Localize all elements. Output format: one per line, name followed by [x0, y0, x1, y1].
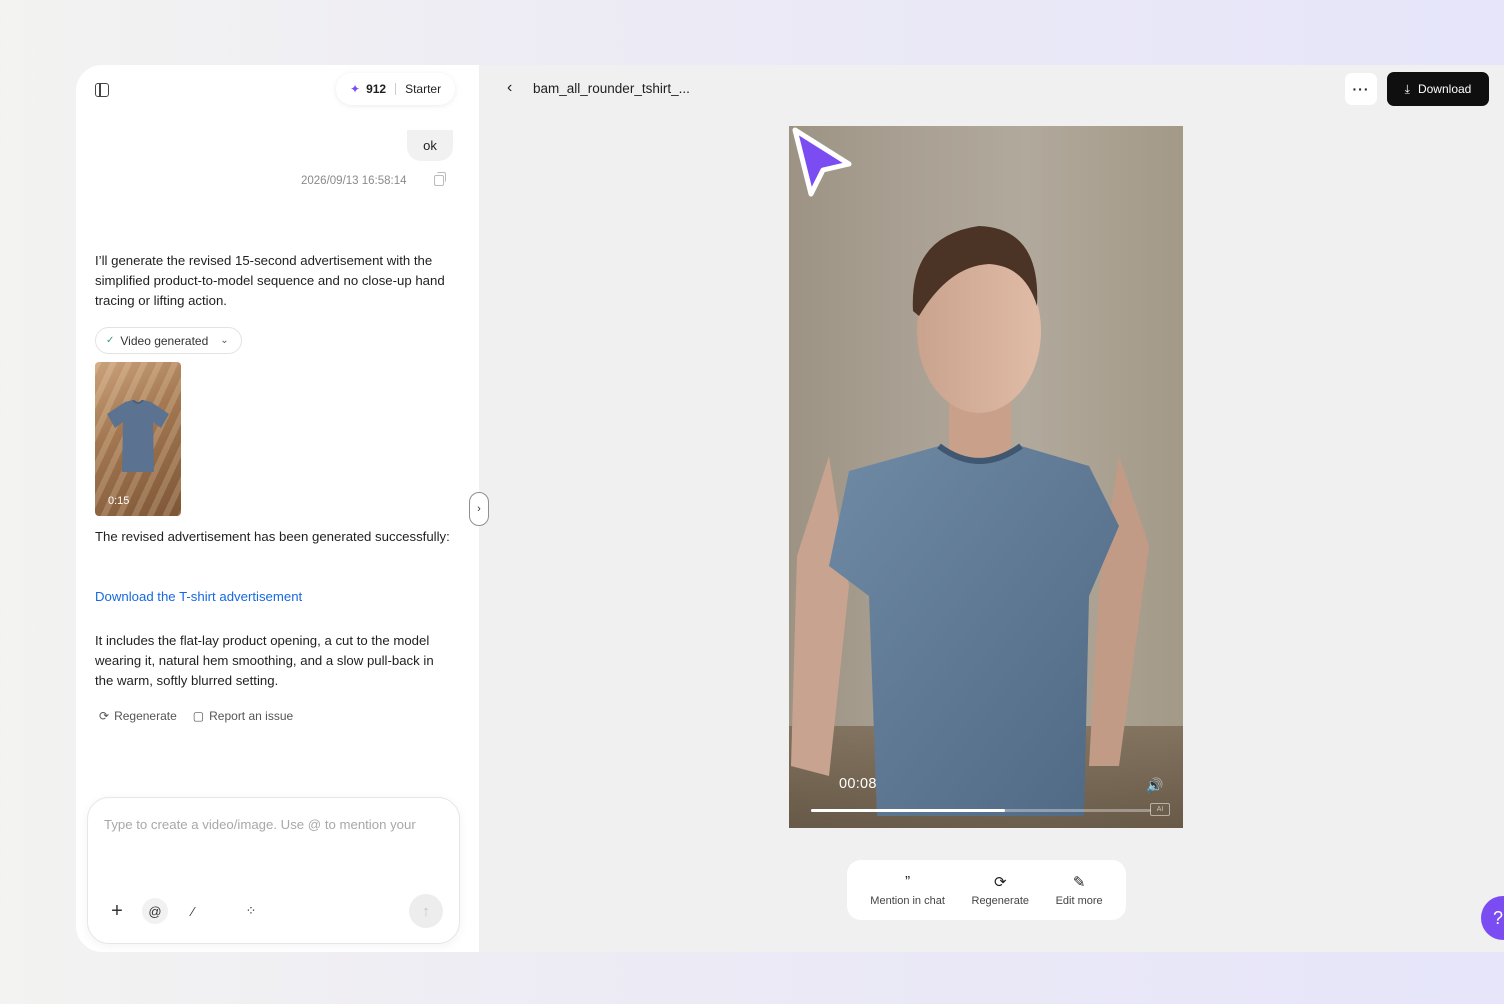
grid-icon[interactable]: ⁘ — [238, 898, 264, 924]
divider — [395, 83, 397, 95]
report-icon: ▢ — [192, 709, 205, 723]
at-icon[interactable]: @ — [142, 898, 168, 924]
plan-label: Starter — [405, 82, 442, 96]
panel-collapse-handle[interactable]: › — [469, 492, 489, 526]
download-advertisement-link[interactable]: Download the T-shirt advertisement — [95, 589, 302, 604]
refresh-icon: ⟳ — [99, 709, 110, 723]
composer-placeholder[interactable]: Type to create a video/image. Use @ to m… — [104, 817, 416, 832]
user-message-text: ok — [423, 138, 437, 153]
message-composer[interactable]: Type to create a video/image. Use @ to m… — [87, 797, 460, 944]
app-window: ✦ 912 Starter ok 2026/09/13 16:58:14 I’l… — [76, 65, 1504, 952]
edit-more-button[interactable]: ✎ Edit more — [1056, 873, 1103, 907]
progress-fill — [811, 809, 1005, 812]
regenerate-video-label: Regenerate — [971, 895, 1030, 907]
volume-icon[interactable]: 🔊 — [1146, 777, 1163, 794]
check-icon: ✓ — [106, 335, 115, 346]
video-thumbnail[interactable]: 0:15 — [95, 362, 181, 516]
sparkle-icon: ✦ — [350, 82, 361, 96]
edit-more-label: Edit more — [1055, 895, 1103, 907]
ai-badge-icon: AI — [1150, 803, 1170, 816]
copy-icon[interactable] — [434, 172, 446, 186]
regenerate-button[interactable]: ⟳ Regenerate — [99, 709, 177, 723]
user-message-bubble: ok — [407, 130, 453, 161]
tshirt-image — [107, 400, 169, 472]
sidebar-toggle-icon[interactable] — [95, 83, 109, 97]
regenerate-video-button[interactable]: ⟳ Regenerate — [972, 873, 1030, 907]
credits-badge[interactable]: ✦ 912 Starter — [336, 73, 456, 105]
summary-text: It includes the flat-lay product opening… — [95, 633, 434, 688]
magic-wand-icon[interactable]: ⁄ — [180, 898, 206, 924]
thumbnail-duration: 0:15 — [108, 495, 130, 507]
chevron-right-icon: › — [477, 503, 481, 515]
file-title: bam_all_rounder_tshirt_... — [533, 81, 690, 96]
back-icon[interactable]: ‹ — [507, 79, 512, 97]
download-button[interactable]: ⤓ Download — [1387, 72, 1489, 106]
report-issue-button[interactable]: ▢ Report an issue — [193, 709, 293, 723]
preview-panel: ‹ bam_all_rounder_tshirt_... ··· ⤓ Downl… — [479, 65, 1504, 952]
status-chip-label: Video generated — [120, 333, 209, 348]
plus-icon[interactable]: + — [104, 898, 130, 924]
pointer-cursor-icon — [792, 127, 852, 197]
chat-panel: ✦ 912 Starter ok 2026/09/13 16:58:14 I’l… — [76, 65, 479, 952]
credits-count: 912 — [366, 82, 387, 96]
download-label: Download — [1417, 82, 1472, 96]
refresh-icon: ⟳ — [993, 874, 1007, 891]
chevron-down-icon: ⌄ — [220, 335, 229, 346]
send-icon: ↑ — [422, 902, 430, 920]
video-generated-chip[interactable]: ✓ Video generated ⌄ — [95, 327, 242, 354]
report-issue-label: Report an issue — [209, 709, 294, 723]
assistant-intro: I’ll generate the revised 15-second adve… — [95, 253, 445, 308]
send-button[interactable]: ↑ — [409, 894, 443, 928]
video-player[interactable]: 00:08 🔊 AI — [789, 126, 1183, 828]
quote-icon: ” — [905, 873, 911, 890]
mention-in-chat-button[interactable]: ” Mention in chat — [870, 873, 945, 907]
progress-track[interactable] — [811, 809, 1151, 812]
video-actions-bar: ” Mention in chat ⟳ Regenerate ✎ Edit mo… — [847, 860, 1126, 920]
download-icon: ⤓ — [1404, 81, 1410, 96]
regenerate-label: Regenerate — [114, 709, 177, 723]
more-options-button[interactable]: ··· — [1345, 73, 1377, 105]
help-icon: ? — [1493, 907, 1504, 928]
video-frame — [789, 226, 1183, 828]
current-time: 00:08 — [839, 776, 877, 792]
message-actions: ⟳ Regenerate ▢ Report an issue — [99, 709, 293, 723]
success-text: The revised advertisement has been gener… — [95, 529, 450, 544]
more-icon: ··· — [1352, 81, 1370, 97]
message-timestamp: 2026/09/13 16:58:14 — [301, 175, 407, 187]
mention-label: Mention in chat — [870, 895, 945, 907]
pencil-icon: ✎ — [1072, 874, 1086, 891]
